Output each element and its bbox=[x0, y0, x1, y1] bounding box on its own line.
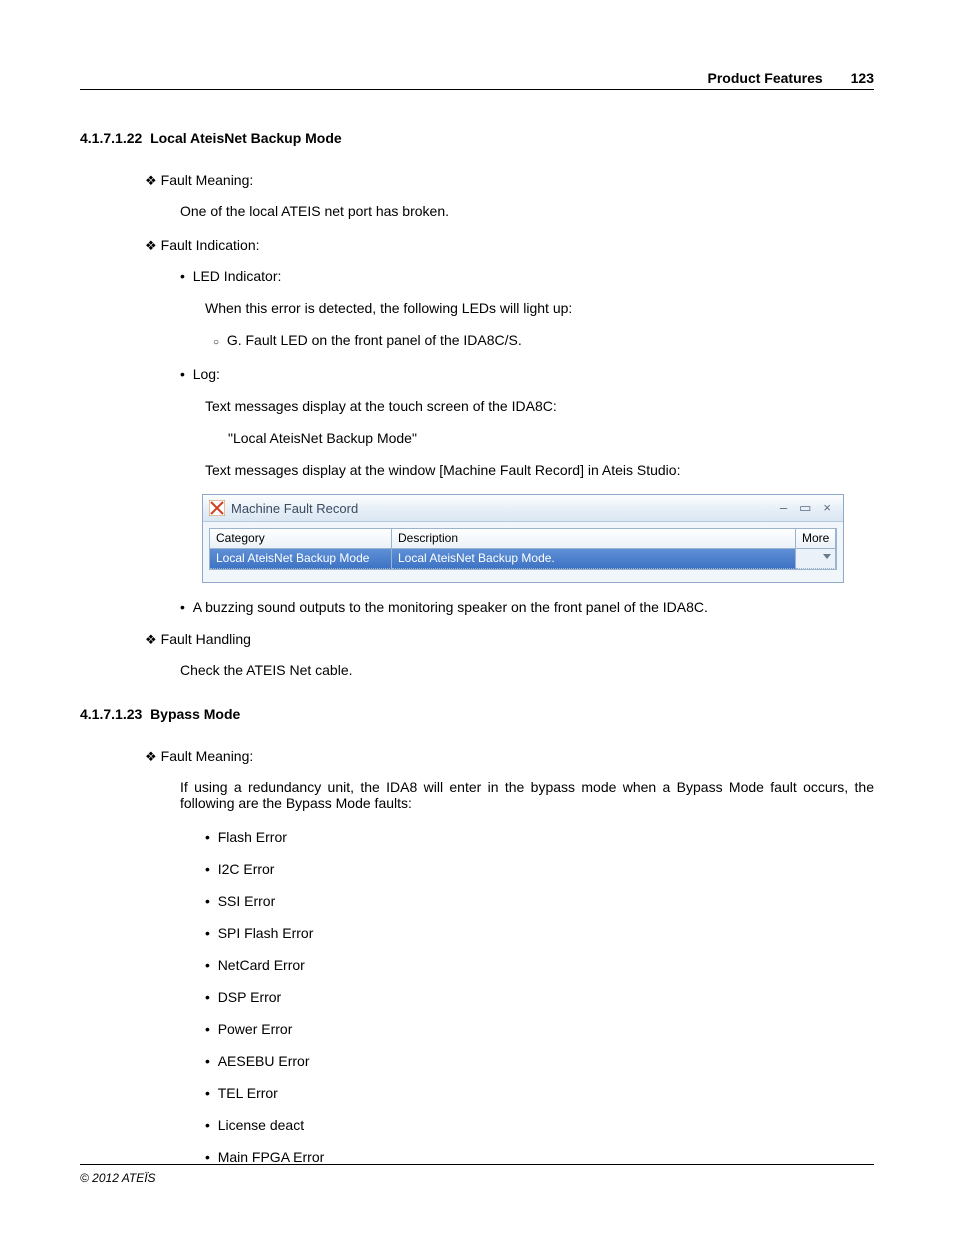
minimize-button[interactable]: – bbox=[774, 501, 793, 515]
led-body-2: ○ G. Fault LED on the front panel of the… bbox=[213, 332, 874, 348]
col-header-category[interactable]: Category bbox=[210, 529, 392, 549]
bypass-fault-list: • Flash Error • I2C Error • SSI Error • … bbox=[80, 829, 874, 1165]
list-item: • AESEBU Error bbox=[205, 1053, 874, 1069]
header-page-number: 123 bbox=[851, 70, 874, 86]
maximize-button[interactable]: ▭ bbox=[793, 501, 817, 515]
machine-fault-record-window: Machine Fault Record – ▭ × Category Desc… bbox=[202, 494, 844, 583]
led-indicator-label: • LED Indicator: bbox=[180, 268, 874, 284]
list-item: • SSI Error bbox=[205, 893, 874, 909]
list-item: • NetCard Error bbox=[205, 957, 874, 973]
log-body-2: Text messages display at the window [Mac… bbox=[205, 462, 874, 478]
buzzing-note: • A buzzing sound outputs to the monitor… bbox=[180, 599, 874, 615]
list-item: • License deact bbox=[205, 1117, 874, 1133]
diamond-icon: ❖ bbox=[145, 749, 157, 764]
close-button[interactable]: × bbox=[817, 501, 837, 515]
copyright: © 2012 ATEÏS bbox=[80, 1171, 156, 1185]
log-body-1: Text messages display at the touch scree… bbox=[205, 398, 874, 414]
diamond-icon: ❖ bbox=[145, 173, 157, 188]
cell-category: Local AteisNet Backup Mode bbox=[210, 549, 392, 569]
app-icon bbox=[209, 500, 225, 516]
grid-row-selected[interactable]: Local AteisNet Backup Mode Local AteisNe… bbox=[210, 549, 836, 569]
fault-meaning-body: One of the local ATEIS net port has brok… bbox=[180, 203, 874, 219]
list-item: • I2C Error bbox=[205, 861, 874, 877]
window-title: Machine Fault Record bbox=[231, 501, 774, 516]
chevron-down-icon bbox=[823, 554, 831, 559]
log-label: • Log: bbox=[180, 366, 874, 382]
list-item: • Power Error bbox=[205, 1021, 874, 1037]
list-item: • Flash Error bbox=[205, 829, 874, 845]
diamond-icon: ❖ bbox=[145, 238, 157, 253]
fault-handling-body: Check the ATEIS Net cable. bbox=[180, 662, 874, 678]
list-item: • Main FPGA Error bbox=[205, 1149, 874, 1165]
header-title: Product Features bbox=[708, 70, 823, 86]
window-titlebar[interactable]: Machine Fault Record – ▭ × bbox=[203, 495, 843, 522]
fault-meaning-body-23: If using a redundancy unit, the IDA8 wil… bbox=[180, 779, 874, 811]
fault-meaning-label: ❖Fault Meaning: bbox=[145, 172, 874, 189]
page-header: Product Features 123 bbox=[80, 70, 874, 90]
fault-grid: Category Description More Local AteisNet… bbox=[209, 528, 837, 570]
diamond-icon: ❖ bbox=[145, 632, 157, 647]
led-body-1: When this error is detected, the followi… bbox=[205, 300, 874, 316]
fault-meaning-label-23: ❖Fault Meaning: bbox=[145, 748, 874, 765]
grid-header-row: Category Description More bbox=[210, 529, 836, 549]
log-message: "Local AteisNet Backup Mode" bbox=[228, 430, 874, 446]
document-page: Product Features 123 4.1.7.1.22 Local At… bbox=[0, 0, 954, 1235]
page-footer: © 2012 ATEÏS bbox=[80, 1164, 874, 1185]
col-header-description[interactable]: Description bbox=[392, 529, 796, 549]
fault-handling-label: ❖Fault Handling bbox=[145, 631, 874, 648]
fault-indication-label: ❖Fault Indication: bbox=[145, 237, 874, 254]
window-body: Category Description More Local AteisNet… bbox=[203, 522, 843, 582]
col-header-more[interactable]: More bbox=[796, 529, 836, 549]
section-heading-23: 4.1.7.1.23 Bypass Mode bbox=[80, 706, 874, 722]
cell-more[interactable] bbox=[796, 549, 836, 569]
list-item: • DSP Error bbox=[205, 989, 874, 1005]
cell-description: Local AteisNet Backup Mode. bbox=[392, 549, 796, 569]
section-heading-22: 4.1.7.1.22 Local AteisNet Backup Mode bbox=[80, 130, 874, 146]
list-item: • SPI Flash Error bbox=[205, 925, 874, 941]
list-item: • TEL Error bbox=[205, 1085, 874, 1101]
